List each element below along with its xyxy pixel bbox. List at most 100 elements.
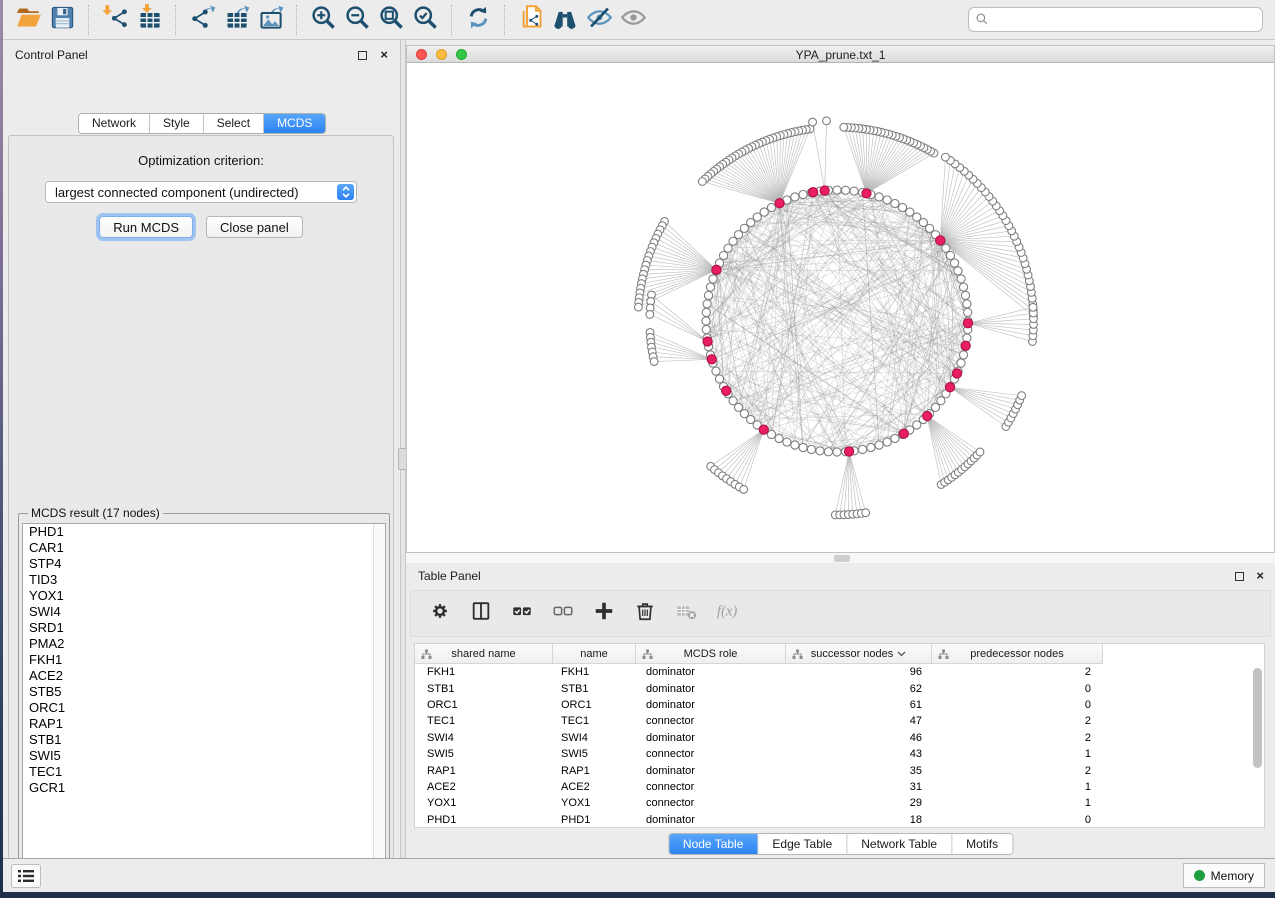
network-node[interactable] — [791, 193, 799, 201]
open-button[interactable] — [11, 4, 45, 36]
tab-edge-table[interactable]: Edge Table — [758, 834, 847, 854]
mcds-result-item[interactable]: SWI5 — [23, 748, 385, 764]
mcds-result-list[interactable]: PHD1CAR1STP4TID3YOX1SWI4SRD1PMA2FKH1ACE2… — [22, 523, 386, 875]
network-leaf-node[interactable] — [698, 178, 706, 186]
network-node[interactable] — [712, 367, 720, 375]
mcds-node[interactable] — [759, 425, 768, 434]
search-input[interactable] — [968, 7, 1263, 32]
network-node[interactable] — [961, 291, 969, 299]
table-row-STB1[interactable]: STB1STB1dominator620 — [415, 680, 1264, 696]
mcds-node[interactable] — [899, 429, 908, 438]
tab-select[interactable]: Select — [204, 114, 264, 133]
mcds-result-item[interactable]: CAR1 — [23, 540, 385, 556]
hide-selected-button[interactable] — [582, 4, 616, 36]
show-columns-button[interactable] — [470, 600, 492, 627]
first-neighbors-button[interactable] — [548, 4, 582, 36]
network-node[interactable] — [706, 283, 714, 291]
mcds-result-item[interactable]: PHD1 — [23, 524, 385, 540]
add-column-button[interactable] — [593, 600, 615, 627]
network-node[interactable] — [724, 244, 732, 252]
mcds-node[interactable] — [707, 355, 716, 364]
network-node[interactable] — [709, 275, 717, 283]
menu-list-button[interactable] — [11, 864, 41, 888]
network-node[interactable] — [703, 300, 711, 308]
mcds-node[interactable] — [722, 386, 731, 395]
export-network-button[interactable] — [185, 4, 219, 36]
network-node[interactable] — [833, 448, 841, 456]
mcds-result-item[interactable]: TEC1 — [23, 764, 385, 780]
select-all-columns-button[interactable] — [511, 600, 533, 627]
network-node[interactable] — [959, 351, 967, 359]
mcds-node[interactable] — [961, 341, 970, 350]
column-header-MCDS-role[interactable]: MCDS role — [636, 644, 786, 664]
network-node[interactable] — [799, 190, 807, 198]
save-button[interactable] — [45, 4, 79, 36]
close-table-panel-icon[interactable]: × — [1256, 568, 1264, 584]
network-node[interactable] — [767, 430, 775, 438]
network-leaf-node[interactable] — [942, 153, 950, 161]
network-node[interactable] — [963, 300, 971, 308]
network-leaf-node[interactable] — [809, 118, 817, 126]
network-node[interactable] — [867, 443, 875, 451]
column-header-name[interactable]: name — [553, 644, 636, 664]
mcds-node[interactable] — [862, 189, 871, 198]
network-node[interactable] — [702, 325, 710, 333]
network-node[interactable] — [715, 375, 723, 383]
network-node[interactable] — [957, 359, 965, 367]
network-node[interactable] — [875, 441, 883, 449]
column-header-successor-nodes[interactable]: successor nodes — [786, 644, 932, 664]
memory-button[interactable]: Memory — [1183, 863, 1265, 888]
network-node[interactable] — [964, 308, 972, 316]
network-leaf-node[interactable] — [634, 303, 642, 311]
mcds-node[interactable] — [820, 186, 829, 195]
table-row-YOX1[interactable]: YOX1YOX1connector291 — [415, 795, 1264, 811]
network-node[interactable] — [702, 308, 710, 316]
network-leaf-node[interactable] — [650, 358, 658, 366]
mcds-result-item[interactable]: STP4 — [23, 556, 385, 572]
import-table-button[interactable] — [132, 4, 166, 36]
mcds-result-item[interactable]: STB1 — [23, 732, 385, 748]
mcds-result-item[interactable]: TID3 — [23, 572, 385, 588]
unselect-all-columns-button[interactable] — [552, 600, 574, 627]
network-node[interactable] — [850, 187, 858, 195]
table-row-ORC1[interactable]: ORC1ORC1dominator610 — [415, 697, 1264, 713]
network-leaf-node[interactable] — [646, 311, 654, 319]
import-network-button[interactable] — [98, 4, 132, 36]
network-node[interactable] — [719, 251, 727, 259]
network-node[interactable] — [775, 434, 783, 442]
network-node[interactable] — [816, 447, 824, 455]
mcds-node[interactable] — [712, 265, 721, 274]
network-node[interactable] — [783, 438, 791, 446]
horizontal-splitter[interactable] — [406, 553, 1275, 563]
tab-node-table[interactable]: Node Table — [669, 834, 759, 854]
network-node[interactable] — [824, 448, 832, 456]
column-header-shared-name[interactable]: shared name — [415, 644, 553, 664]
mcds-result-item[interactable]: SWI4 — [23, 604, 385, 620]
zoom-in-button[interactable] — [306, 4, 340, 36]
tab-network-table[interactable]: Network Table — [847, 834, 952, 854]
mcds-node[interactable] — [809, 188, 818, 197]
network-node[interactable] — [954, 267, 962, 275]
mcds-result-item[interactable]: STB5 — [23, 684, 385, 700]
network-node[interactable] — [959, 283, 967, 291]
network-leaf-node[interactable] — [840, 123, 848, 131]
network-node[interactable] — [891, 199, 899, 207]
network-node[interactable] — [858, 445, 866, 453]
mcds-result-item[interactable]: ORC1 — [23, 700, 385, 716]
table-row-PHD1[interactable]: PHD1PHD1dominator180 — [415, 812, 1264, 828]
export-table-button[interactable] — [219, 4, 253, 36]
show-all-button[interactable] — [616, 4, 650, 36]
network-node[interactable] — [883, 438, 891, 446]
mcds-result-item[interactable]: YOX1 — [23, 588, 385, 604]
network-node[interactable] — [767, 203, 775, 211]
mcds-node[interactable] — [952, 369, 961, 378]
close-panel-button[interactable]: Close panel — [206, 216, 303, 238]
tab-style[interactable]: Style — [150, 114, 204, 133]
column-header-predecessor-nodes[interactable]: predecessor nodes — [932, 644, 1103, 664]
refresh-button[interactable] — [461, 4, 495, 36]
delete-columns-button[interactable] — [634, 600, 656, 627]
table-row-SWI4[interactable]: SWI4SWI4dominator462 — [415, 730, 1264, 746]
zoom-fit-button[interactable] — [374, 4, 408, 36]
float-table-panel-icon[interactable] — [1235, 572, 1244, 581]
mcds-result-item[interactable]: PMA2 — [23, 636, 385, 652]
